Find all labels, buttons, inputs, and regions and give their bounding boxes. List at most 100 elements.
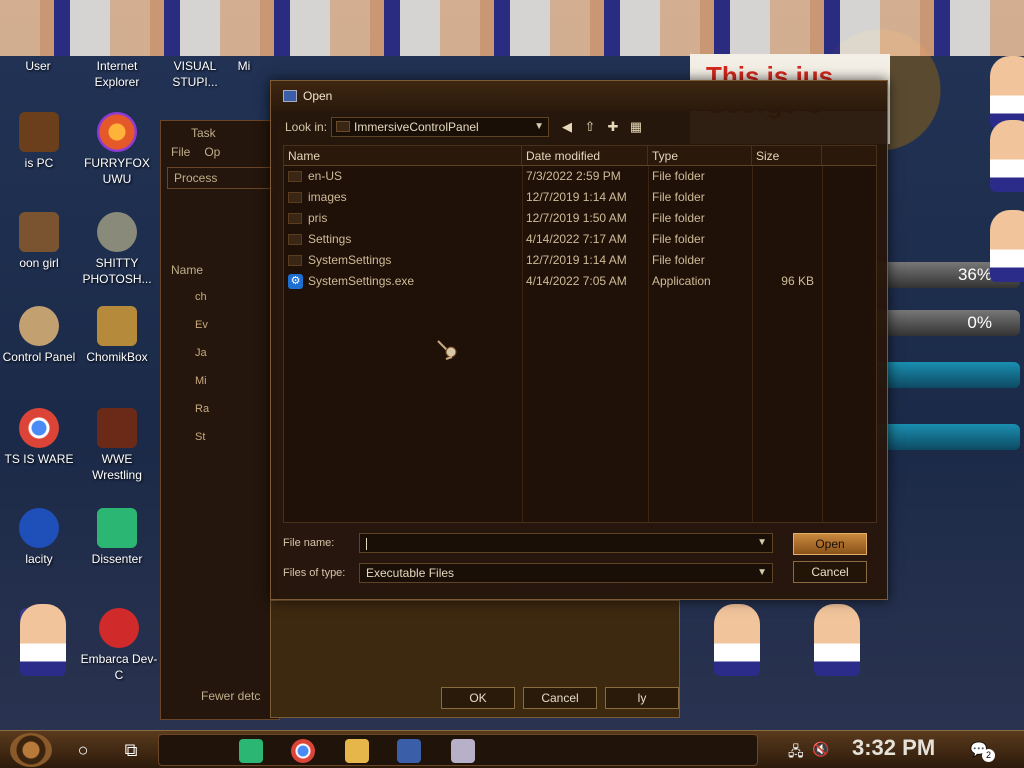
app-icon[interactable] [397,739,421,763]
desktop-icon-visual-studio[interactable]: VISUAL STUPI... [156,58,234,90]
column-header-name[interactable]: Name [161,193,279,283]
chrome-icon[interactable] [291,739,315,763]
open-button[interactable]: Open [793,533,867,555]
cartoon-character [990,210,1024,282]
column-header-name[interactable]: Name [284,146,522,165]
wwe-icon [97,408,137,448]
desktop-icon-label: Embarca Dev-C [80,652,158,682]
file-list[interactable]: Name Date modified Type Size en-US 7/3/2… [283,145,877,523]
start-menu-icon[interactable] [10,733,52,767]
file-type: File folder [652,232,705,246]
bg-cancel-button[interactable]: Cancel [523,687,597,709]
desktop-icon-ts-is-ware[interactable]: TS IS WARE [0,408,78,467]
app-icon[interactable] [451,739,475,763]
folder-icon [336,121,350,132]
look-in-dropdown[interactable]: ImmersiveControlPanel ▼ [331,117,549,137]
file-name: Settings [308,232,352,246]
desktop-icon-label: oon girl [19,256,59,270]
desktop-icon-furryfox[interactable]: FURRYFOX UWU [78,112,156,187]
process-row[interactable]: St [161,423,279,451]
desktop-icon-label: TS IS WARE [4,452,74,466]
dialog-title: Open [303,89,333,103]
chevron-down-icon[interactable]: ▼ [757,534,767,552]
desktop-icon-control-panel[interactable]: Control Panel [0,306,78,365]
process-row[interactable]: Ev [161,311,279,339]
cpu-meter-value: 36% [957,265,992,284]
file-row[interactable]: SystemSettings 12/7/2019 1:14 AM File fo… [284,250,876,271]
menu-file[interactable]: File [171,145,190,163]
fewer-details-link[interactable]: Fewer detc [201,689,260,703]
file-type-value: Executable Files [366,566,455,580]
dissenter-icon[interactable] [239,739,263,763]
look-in-row: Look in: ImmersiveControlPanel ▼ ◀ ⇧ ✚ ▦ [285,117,646,137]
file-explorer-icon[interactable] [345,739,369,763]
bg-ok-button[interactable]: OK [441,687,515,709]
dialog-titlebar[interactable]: Open [271,81,887,111]
desktop-icon-label: Dissenter [91,552,143,566]
desktop-icon-user[interactable]: User [0,58,76,74]
cancel-button[interactable]: Cancel [793,561,867,583]
control-panel-icon [19,306,59,346]
column-header-size[interactable]: Size [752,146,822,165]
gimp-icon [97,212,137,252]
cartoon-character [714,604,760,676]
file-name: SystemSettings [308,253,392,267]
file-row[interactable]: en-US 7/3/2022 2:59 PM File folder [284,166,876,187]
file-date: 4/14/2022 7:17 AM [526,232,627,246]
file-list-header: Name Date modified Type Size [284,146,876,166]
column-header-date[interactable]: Date modified [522,146,648,165]
file-type: File folder [652,253,705,267]
file-row[interactable]: ⚙ SystemSettings.exe 4/14/2022 7:05 AM Ap… [284,271,876,292]
folder-icon [288,213,302,224]
desktop-icon-oon-girl[interactable]: oon girl [0,212,78,271]
file-row[interactable]: Settings 4/14/2022 7:17 AM File folder [284,229,876,250]
bg-apply-button[interactable]: ly [605,687,679,709]
process-row[interactable]: Ja [161,339,279,367]
background-dialog: OK Cancel ly [270,600,680,718]
menu-options[interactable]: Op [204,145,220,163]
back-arrow-icon[interactable]: ◀ [557,117,577,137]
file-size [752,208,822,229]
taskbar-clock[interactable]: 3:32 PM [852,735,935,761]
view-menu-icon[interactable]: ▦ [626,117,646,137]
desktop-icon-chomikbox[interactable]: ChomikBox [78,306,156,365]
file-name: en-US [308,169,343,183]
desktop-icon-photoshop[interactable]: SHITTY PHOTOSH... [78,212,156,287]
chevron-down-icon: ▼ [757,567,767,578]
file-name-row: File name: ▼ [283,533,773,553]
file-name-label: File name: [283,537,335,549]
file-date: 4/14/2022 7:05 AM [526,274,627,288]
network-icon[interactable]: 🖧 [788,741,804,765]
desktop-icon-wwe[interactable]: WWE Wrestling [78,408,156,483]
desktop-icon-label: User [25,59,51,73]
desktop-icon-mi[interactable]: Mi [224,58,264,74]
file-name-input[interactable]: ▼ [359,533,773,553]
file-type: File folder [652,211,705,225]
up-folder-icon[interactable]: ⇧ [580,117,600,137]
cartoon-character [20,604,66,676]
folder-icon [288,171,302,182]
column-header-type[interactable]: Type [648,146,752,165]
process-row[interactable]: Mi [161,367,279,395]
desktop-icon-embarcadero-devc[interactable]: Embarca Dev-C [80,608,158,683]
tab-processes[interactable]: Process [167,167,273,189]
file-type: File folder [652,169,705,183]
file-type-label: Files of type: [283,567,346,579]
desktop-icon-this-pc[interactable]: is PC [0,112,78,171]
desktop-icon-dissenter[interactable]: Dissenter [78,508,156,567]
volume-muted-icon[interactable]: 🔇 [812,741,829,758]
new-folder-icon[interactable]: ✚ [603,117,623,137]
desktop-icon-audacity[interactable]: lacity [0,508,78,567]
file-row[interactable]: images 12/7/2019 1:14 AM File folder [284,187,876,208]
file-row[interactable]: pris 12/7/2019 1:50 AM File folder [284,208,876,229]
folder-icon [288,234,302,245]
desktop-icon-label: ChomikBox [86,350,148,364]
task-view-icon[interactable]: ⧉ [118,737,144,763]
look-in-value: ImmersiveControlPanel [354,120,479,134]
desktop-icon-internet-explorer[interactable]: Internet Explorer [78,58,156,90]
process-row[interactable]: Ra [161,395,279,423]
process-row[interactable]: ch [161,283,279,311]
file-type-dropdown[interactable]: Executable Files ▼ [359,563,773,583]
cortana-circle-icon[interactable]: ○ [70,737,96,763]
folder-icon [288,255,302,266]
